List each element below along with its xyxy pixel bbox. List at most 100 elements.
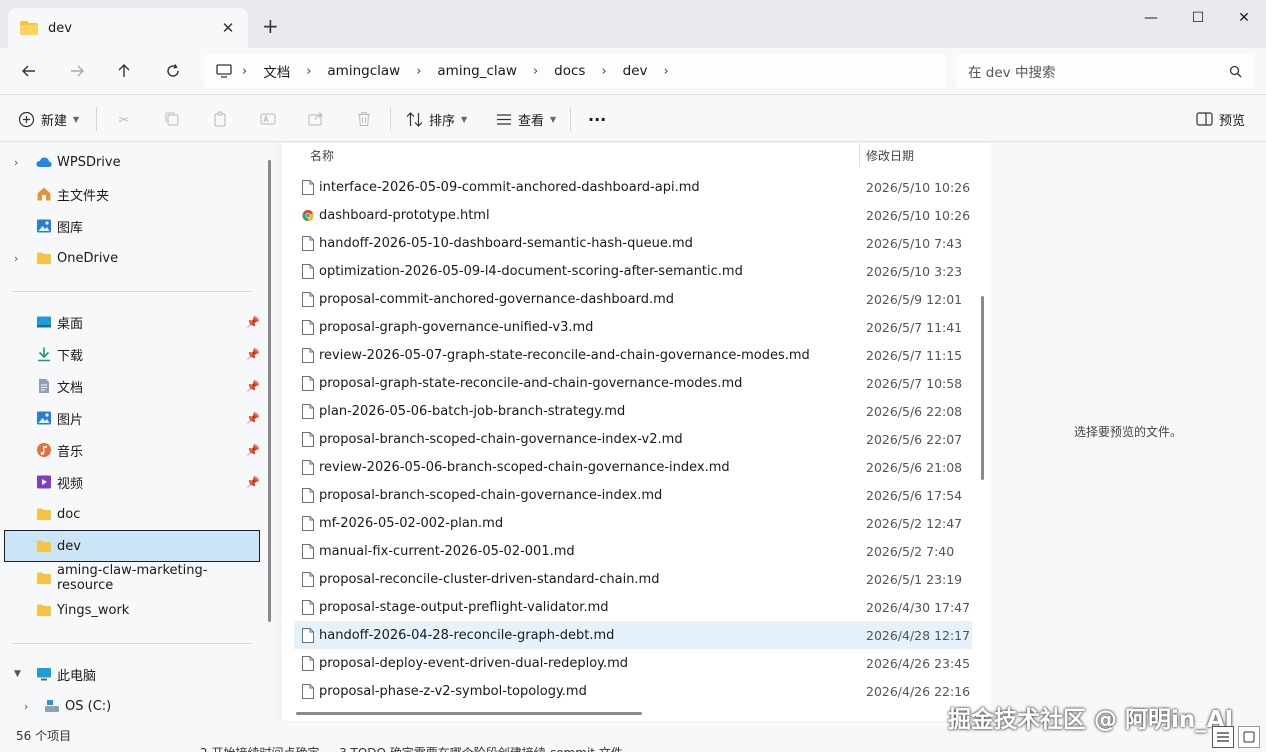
file-name: proposal-commit-anchored-governance-dash… <box>319 291 674 307</box>
details-view-button[interactable] <box>1212 726 1234 748</box>
file-row[interactable]: review-2026-05-07-graph-state-reconcile-… <box>294 341 972 369</box>
back-button[interactable] <box>16 58 42 84</box>
breadcrumb-item[interactable]: 文档 <box>257 61 296 81</box>
new-tab-button[interactable]: + <box>262 16 279 36</box>
sidebar-item-os-c[interactable]: › OS (C:) <box>0 690 262 722</box>
breadcrumb-item[interactable]: aming_claw <box>431 63 523 79</box>
sidebar-item-this-pc[interactable]: ▼ 此电脑 <box>0 658 262 690</box>
breadcrumb-item[interactable]: amingclaw <box>321 63 406 79</box>
sidebar-item-home[interactable]: 主文件夹 <box>0 178 262 210</box>
sidebar-item-pictures[interactable]: 图片 📌 <box>0 402 262 434</box>
chevron-right-icon[interactable]: › <box>654 64 679 79</box>
pin-icon[interactable]: 📌 <box>246 444 260 457</box>
sidebar-item-documents[interactable]: 文档 📌 <box>0 370 262 402</box>
file-icon <box>302 627 314 643</box>
file-row[interactable]: proposal-commit-anchored-governance-dash… <box>294 285 972 313</box>
pin-icon[interactable]: 📌 <box>246 316 260 329</box>
divider <box>12 291 252 292</box>
chevron-right-icon[interactable]: › <box>14 156 18 169</box>
chevron-down-icon[interactable]: ▼ <box>14 669 21 679</box>
file-row[interactable]: manual-fix-current-2026-05-02-001.md 2026… <box>294 537 972 565</box>
breadcrumb-item[interactable]: docs <box>548 63 591 79</box>
chevron-right-icon[interactable]: › <box>24 700 28 713</box>
sidebar-item-label: WPSDrive <box>57 154 121 170</box>
pin-icon[interactable]: 📌 <box>246 348 260 361</box>
sidebar-item-desktop[interactable]: 桌面 📌 <box>0 306 262 338</box>
file-row[interactable]: handoff-2026-05-10-dashboard-semantic-ha… <box>294 229 972 257</box>
column-header-name[interactable]: 名称 <box>310 143 334 167</box>
file-list-horizontal-scrollbar[interactable] <box>296 712 642 715</box>
tiles-view-button[interactable] <box>1238 726 1260 748</box>
close-tab-button[interactable]: ✕ <box>220 19 236 37</box>
file-row[interactable]: proposal-branch-scoped-chain-governance-… <box>294 481 972 509</box>
minimize-button[interactable]: — <box>1128 10 1174 30</box>
refresh-button[interactable] <box>160 58 186 84</box>
search-input[interactable]: 在 dev 中搜索 <box>968 61 1229 81</box>
sidebar-item-videos[interactable]: 视频 📌 <box>0 466 262 498</box>
copy-icon[interactable] <box>162 109 182 129</box>
file-list-scrollbar[interactable] <box>981 296 984 480</box>
sidebar-item-onedrive[interactable]: › OneDrive <box>0 242 262 274</box>
chevron-right-icon[interactable]: › <box>523 64 548 79</box>
sidebar-item-dev[interactable]: dev <box>4 530 260 562</box>
column-header-modified[interactable]: 修改日期 <box>866 143 914 167</box>
maximize-button[interactable]: ☐ <box>1175 10 1221 30</box>
rename-icon[interactable] <box>258 109 278 129</box>
forward-button[interactable] <box>64 58 90 84</box>
file-row[interactable]: optimization-2026-05-09-l4-document-scor… <box>294 257 972 285</box>
sidebar-item-yings-work[interactable]: Yings_work <box>0 594 262 626</box>
file-row[interactable]: proposal-phase-z-v2-symbol-topology.md 20… <box>294 677 972 705</box>
address-bar[interactable]: › 文档 › amingclaw › aming_claw › docs › d… <box>204 54 946 88</box>
file-name: manual-fix-current-2026-05-02-001.md <box>319 543 575 559</box>
chevron-right-icon[interactable]: › <box>406 64 431 79</box>
file-icon <box>302 235 314 251</box>
more-options-button[interactable]: ··· <box>588 107 606 131</box>
file-row[interactable]: proposal-graph-state-reconcile-and-chain… <box>294 369 972 397</box>
sidebar-item-wpsdrive[interactable]: › WPSDrive <box>0 146 262 178</box>
file-row[interactable]: plan-2026-05-06-batch-job-branch-strateg… <box>294 397 972 425</box>
pin-icon[interactable]: 📌 <box>246 412 260 425</box>
sidebar-item-aming-claw-marketing-resource[interactable]: aming-claw-marketing-resource <box>0 562 262 594</box>
view-label: 查看 <box>518 113 545 129</box>
sidebar-item-doc[interactable]: doc <box>0 498 262 530</box>
file-row[interactable]: proposal-graph-governance-unified-v3.md 2… <box>294 313 972 341</box>
sidebar-item-downloads[interactable]: 下载 📌 <box>0 338 262 370</box>
file-row[interactable]: dashboard-prototype.html 2026/5/10 10:26 <box>294 201 972 229</box>
cut-icon[interactable]: ✂ <box>114 109 134 129</box>
up-button[interactable] <box>111 58 137 84</box>
sort-button[interactable]: 排序 ▼ <box>406 107 467 131</box>
sidebar-scrollbar[interactable] <box>268 160 271 622</box>
file-row[interactable]: review-2026-05-06-branch-scoped-chain-go… <box>294 453 972 481</box>
sidebar-item-music[interactable]: 音乐 📌 <box>0 434 262 466</box>
share-icon[interactable] <box>306 109 326 129</box>
file-row[interactable]: mf-2026-05-02-002-plan.md 2026/5/2 12:47 <box>294 509 972 537</box>
chevron-right-icon[interactable]: › <box>591 64 616 79</box>
item-count: 56 个项目 <box>16 729 72 743</box>
file-row[interactable]: interface-2026-05-09-commit-anchored-das… <box>294 173 972 201</box>
file-row[interactable]: proposal-branch-scoped-chain-governance-… <box>294 425 972 453</box>
file-row[interactable]: proposal-reconcile-cluster-driven-standa… <box>294 565 972 593</box>
new-button[interactable]: 新建 ▼ <box>18 107 79 131</box>
file-name: proposal-graph-state-reconcile-and-chain… <box>319 375 743 391</box>
file-row[interactable]: proposal-deploy-event-driven-dual-redepl… <box>294 649 972 677</box>
sidebar-item-gallery[interactable]: 图库 <box>0 210 262 242</box>
paste-icon[interactable] <box>210 109 230 129</box>
file-modified-date: 2026/5/7 11:15 <box>866 347 963 363</box>
chevron-right-icon[interactable]: › <box>296 64 321 79</box>
pin-icon[interactable]: 📌 <box>246 476 260 489</box>
preview-empty-message: 选择要预览的文件。 <box>1073 425 1182 439</box>
breadcrumb-item[interactable]: dev <box>617 63 654 79</box>
file-name: review-2026-05-07-graph-state-reconcile-… <box>319 347 810 363</box>
delete-icon[interactable] <box>354 109 374 129</box>
search-box[interactable]: 在 dev 中搜索 <box>956 54 1254 88</box>
column-divider[interactable] <box>859 143 860 167</box>
chevron-right-icon[interactable]: › <box>14 252 18 265</box>
file-row[interactable]: handoff-2026-04-28-reconcile-graph-debt.… <box>294 621 972 649</box>
divider <box>96 107 97 131</box>
pin-icon[interactable]: 📌 <box>246 380 260 393</box>
close-window-button[interactable]: ✕ <box>1221 10 1266 30</box>
file-row[interactable]: proposal-stage-output-preflight-validato… <box>294 593 972 621</box>
preview-pane-button[interactable]: 预览 <box>1196 107 1245 131</box>
view-button[interactable]: 查看 ▼ <box>496 107 556 131</box>
tab-dev[interactable]: dev ✕ <box>8 8 248 48</box>
